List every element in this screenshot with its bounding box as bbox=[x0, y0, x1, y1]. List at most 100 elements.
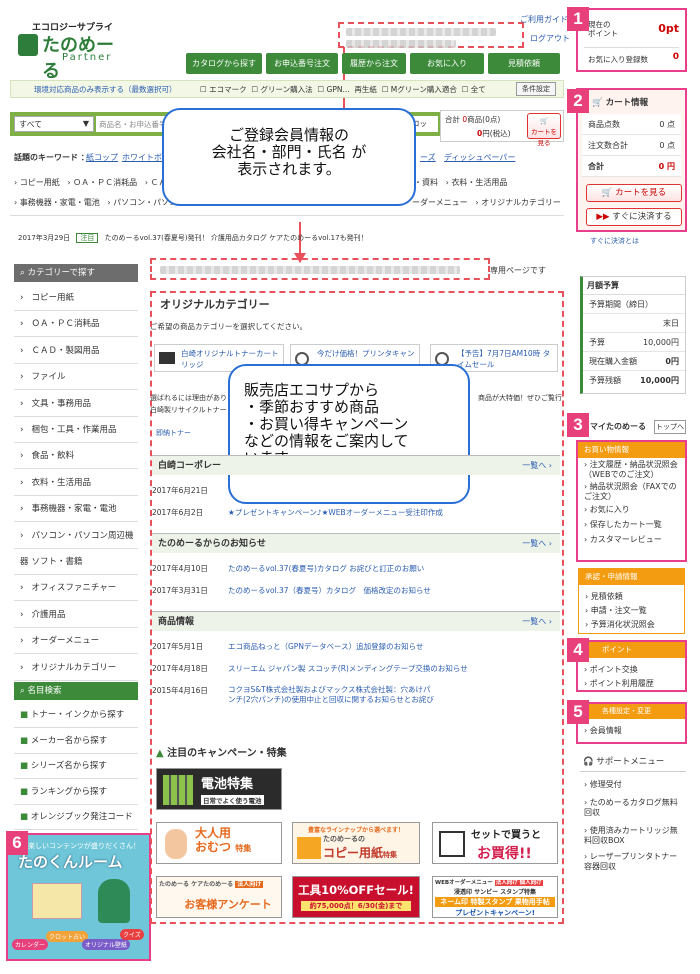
sidebar-item[interactable]: › 梱包・工具・作業用品 bbox=[14, 417, 138, 443]
sidebar-item[interactable]: › パソコン・パソコン周辺機器 bbox=[14, 523, 138, 567]
cat-link[interactable]: ーダーメニュー bbox=[412, 198, 468, 207]
guide-link[interactable]: ご利用ガイド bbox=[520, 14, 568, 25]
menu-link[interactable]: › 納品状況照会（FAXでのご注文） bbox=[584, 482, 684, 502]
quick-checkout-button[interactable]: ▶▶ すぐに決済する bbox=[586, 208, 682, 226]
menu-link[interactable]: › 注文履歴・納品状況照会（WEBでのご注文） bbox=[584, 460, 684, 480]
keyword-link[interactable]: ーズ bbox=[420, 152, 436, 163]
news-link[interactable]: スリーエム ジャパン製 スコッチ(R)メンディングテープ交換のお知らせ bbox=[228, 663, 548, 674]
category-nav-top[interactable]: › コピー用紙 › ＯＡ・ＰＣ消耗品 › ＣＡＤ bbox=[14, 177, 175, 188]
checkbox-all[interactable]: ☐ 全て bbox=[462, 85, 486, 94]
sidebar-item[interactable]: › 食品・飲料 bbox=[14, 443, 138, 470]
diaper-banner[interactable]: 大人用 おむつ 特集 bbox=[156, 822, 282, 864]
menu-link[interactable]: › 保存したカート一覧 bbox=[584, 519, 684, 531]
checkbox-recycled[interactable]: 再生紙 bbox=[354, 85, 377, 94]
news-link[interactable]: ★プレゼントキャンペーン♪★WEBオーダーメニュー受注印作成 bbox=[228, 507, 548, 518]
support-link[interactable]: › 使用済みカートリッジ無料回収BOX bbox=[584, 826, 684, 846]
sidebar-title: ⌕ カテゴリーで探す bbox=[14, 264, 138, 282]
category-nav-bottom-right[interactable]: ーダーメニュー › オリジナルカテゴリー bbox=[412, 197, 561, 208]
sidebar-item[interactable]: › オーダーメニュー bbox=[14, 628, 138, 655]
checkbox-eco-mark[interactable]: ☐ エコマーク bbox=[200, 85, 247, 94]
chevron-right-icon: › bbox=[20, 398, 24, 409]
cat-link[interactable]: › 事務機器・家電・電池 bbox=[14, 198, 100, 207]
cat-link[interactable]: ・資料 bbox=[414, 178, 438, 187]
menu-link[interactable]: › お気に入り bbox=[584, 504, 684, 516]
more-link[interactable]: 一覧へ › bbox=[522, 612, 552, 632]
menu-link[interactable]: › 見積依頼 bbox=[585, 591, 623, 602]
news-item: 2017年4月18日 スリーエム ジャパン製 スコッチ(R)メンディングテープ交換… bbox=[152, 663, 552, 683]
menu-link[interactable]: › 会員情報 bbox=[584, 725, 622, 736]
battery-banner[interactable]: 電池特集 日常でよく使う電池 bbox=[156, 768, 282, 810]
name-search-item[interactable]: ■ ランキングから探す bbox=[14, 779, 138, 805]
name-search-item[interactable]: ■ トナー・インクから探す bbox=[14, 702, 138, 728]
quote-button[interactable]: 見積依頼 bbox=[488, 53, 560, 74]
history-order-button[interactable]: 履歴から注文 bbox=[342, 53, 406, 74]
view-cart-button[interactable]: 🛒 カートを見る bbox=[586, 184, 682, 202]
checkbox-m-green[interactable]: ☐ Mグリーン購入適合 bbox=[382, 85, 457, 94]
checkbox-green-law[interactable]: ☐ グリーン購入法 bbox=[251, 85, 312, 94]
cat-link[interactable]: › ＯＡ・ＰＣ消耗品 bbox=[67, 178, 137, 187]
menu-link[interactable]: › ポイント利用履歴 bbox=[584, 678, 654, 689]
sidebar-item[interactable]: › ＣＡＤ・製図用品 bbox=[14, 338, 138, 364]
sidebar-item[interactable]: › 衣料・生活用品 bbox=[14, 470, 138, 496]
cat-link[interactable]: › 衣料・生活用品 bbox=[446, 178, 508, 187]
condition-button[interactable]: 条件設定 bbox=[516, 82, 556, 96]
quick-checkout-help-link[interactable]: すぐに決済とは bbox=[590, 236, 639, 246]
keyword-link[interactable]: 紙コップ bbox=[86, 152, 118, 163]
name-search-item[interactable]: ■ メーカー名から探す bbox=[14, 728, 138, 754]
eco-filter-link[interactable]: 環境対応商品のみ表示する（最数選択可） bbox=[34, 84, 177, 95]
set-discount-banner[interactable]: セットで買うと お買得!! bbox=[432, 822, 558, 864]
category-nav-top-right[interactable]: ・資料 › 衣料・生活用品 bbox=[414, 177, 507, 188]
news-link[interactable]: コクヨS&T株式会社製およびマックス株式会社製：穴あけパンチ(2穴パンチ)の使用… bbox=[228, 685, 438, 705]
top-button[interactable]: トップへ bbox=[654, 420, 686, 434]
logo[interactable]: エコロジーサプライ たのめーる Partner bbox=[18, 20, 128, 82]
cat-link[interactable]: › オリジナルカテゴリー bbox=[475, 198, 561, 207]
sidebar-item[interactable]: › 事務機器・家電・電池 bbox=[14, 496, 138, 523]
tool-sale-banner[interactable]: 工具10%OFFセール! 約75,000点！6/30(金)まで bbox=[292, 876, 420, 918]
news-link[interactable]: たのめーるvol.37(春夏号)カタログ お詫びと訂正のお願い bbox=[228, 563, 548, 574]
menu-link[interactable]: › 申請・注文一覧 bbox=[585, 605, 647, 616]
sidebar-item[interactable]: › ソフト・書籍 bbox=[14, 549, 138, 575]
cat-link[interactable]: › コピー用紙 bbox=[14, 178, 60, 187]
logout-link[interactable]: ログアウト bbox=[530, 33, 570, 44]
name-search-item[interactable]: ■ シリーズ名から探す bbox=[14, 753, 138, 779]
keyword-link[interactable]: ディッシュペーパー bbox=[444, 152, 515, 163]
sidebar-item[interactable]: › コピー用紙 bbox=[14, 285, 138, 311]
banner-tag: カレンダー bbox=[12, 939, 49, 950]
orig-link[interactable]: 即納トナー bbox=[156, 428, 191, 438]
ranking-icon: ■ bbox=[20, 786, 31, 797]
search-input[interactable]: 商品名・お申込番号 bbox=[96, 116, 166, 132]
eco-filter-checks[interactable]: ☐ エコマーク ☐ グリーン購入法 ☐ GPN... 再生紙 ☐ Mグリーン購入… bbox=[200, 84, 486, 95]
sidebar-item[interactable]: › 介護用品 bbox=[14, 602, 138, 628]
news-link[interactable]: たのめーるvol.37（春夏号）カタログ 価格改定のお知らせ bbox=[228, 585, 548, 596]
ticker-link[interactable]: たのめーるvol.37(春夏号)発刊！ 介護用品カタログ ケアたのめーるvol.… bbox=[105, 234, 368, 242]
favorites-button[interactable]: お気に入り bbox=[410, 53, 484, 74]
sidebar-item[interactable]: › オリジナルカテゴリー bbox=[14, 655, 138, 681]
headset-icon: 🎧 bbox=[583, 757, 597, 767]
more-link[interactable]: 一覧へ › bbox=[522, 534, 552, 554]
category-select[interactable]: すべて ▼ bbox=[14, 116, 94, 132]
sidebar-item[interactable]: › 文具・事務用品 bbox=[14, 391, 138, 417]
copy-paper-banner[interactable]: 豊富なラインナップから選べます！ たのめーるの コピー用紙特集 bbox=[292, 822, 420, 864]
survey-banner[interactable]: たのめーる ケアたのめーる 法人向け お客様アンケート bbox=[156, 876, 282, 918]
budget-panel: 月額予算 予算期間（締日） 末日 予算 10,000円 現在購入金額 0円 予算残額… bbox=[580, 276, 686, 394]
menu-link[interactable]: › ポイント交換 bbox=[584, 664, 638, 675]
web-order-banner[interactable]: WEBオーダーメニュー 法人向け 個人向け 浸透印 サンビー スタンプ特集 ネー… bbox=[432, 876, 558, 918]
menu-link[interactable]: › カスタマーレビュー bbox=[584, 534, 684, 546]
support-link[interactable]: › レーザープリンタトナー容器回収 bbox=[584, 852, 684, 872]
checkbox-gpn[interactable]: ☐ GPN... bbox=[317, 85, 349, 94]
order-number-button[interactable]: お申込番号注文 bbox=[266, 53, 338, 74]
menu-link[interactable]: › 予算消化状況照会 bbox=[585, 619, 655, 630]
book-icon bbox=[32, 883, 82, 919]
news-link[interactable]: エコ商品ねっと（GPNデータベース）追加登録のお知らせ bbox=[228, 641, 548, 652]
support-link[interactable]: › 修理受付 bbox=[584, 780, 622, 790]
sidebar-item[interactable]: › ファイル bbox=[14, 364, 138, 391]
mini-cart-view-button[interactable]: 🛒 カートを見る bbox=[527, 113, 561, 147]
sidebar-item[interactable]: › オフィスファニチャー bbox=[14, 575, 138, 602]
more-link[interactable]: 一覧へ › bbox=[522, 456, 552, 476]
orig-category-title: オリジナルカテゴリー bbox=[160, 298, 270, 311]
chevron-right-icon: › bbox=[20, 372, 24, 383]
name-search-item[interactable]: ■ オレンジブック発注コードから探す bbox=[14, 804, 138, 848]
sidebar-item[interactable]: › ＯＡ・ＰＣ消耗品 bbox=[14, 311, 138, 338]
catalog-button[interactable]: カタログから探す bbox=[186, 53, 262, 74]
support-link[interactable]: › たのめーるカタログ無料回収 bbox=[584, 798, 684, 818]
